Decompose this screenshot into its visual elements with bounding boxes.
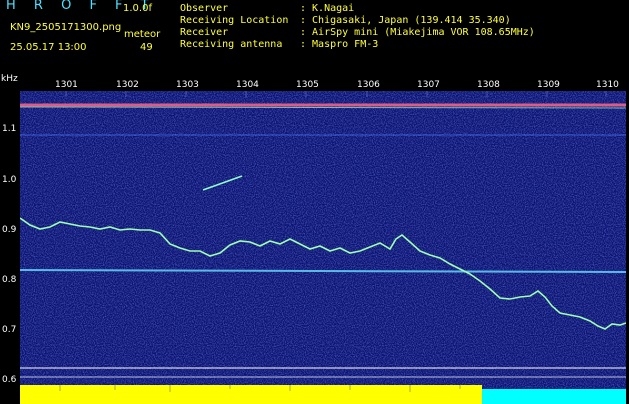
- info-key-receiver: Receiver: [180, 27, 229, 38]
- y-tick: 0.6: [2, 375, 17, 385]
- info-key-observer: Observer: [180, 3, 229, 14]
- info-value-location: : Chigasaki, Japan (139.414 35.340): [300, 15, 511, 26]
- version-label: 1.0.0f: [123, 3, 152, 14]
- y-tick: 1.1: [2, 124, 17, 134]
- y-tick: 0.8: [2, 275, 17, 285]
- x-tick: 1310: [596, 80, 619, 90]
- meteor-count: 49: [140, 42, 153, 53]
- date-time: 25.05.17 13:00: [10, 42, 87, 53]
- level-bar-low: [482, 389, 626, 404]
- header: H R O F F T 1.0.0f KN9_2505171300.png 25…: [0, 0, 629, 72]
- x-tick: 1308: [477, 80, 500, 90]
- info-key-location: Receiving Location: [180, 15, 289, 26]
- spectrogram-image: [20, 91, 626, 404]
- info-value-receiver: : AirSpy mini (Miakejima VOR 108.65MHz): [300, 27, 535, 38]
- x-tick: 1301: [55, 80, 78, 90]
- freq-unit-label: kHz: [1, 74, 18, 84]
- x-tick: 1309: [537, 80, 560, 90]
- info-value-antenna: : Maspro FM-3: [300, 39, 379, 50]
- y-tick: 0.9: [2, 225, 17, 235]
- x-tick: 1305: [296, 80, 319, 90]
- info-key-antenna: Receiving antenna: [180, 39, 283, 50]
- meteor-label: meteor: [124, 29, 161, 40]
- x-tick: 1306: [357, 80, 380, 90]
- spectrogram-svg: [20, 91, 626, 404]
- info-value-observer: : K.Nagai: [300, 3, 355, 14]
- file-name: KN9_2505171300.png: [10, 22, 122, 33]
- y-tick: 1.0: [2, 175, 17, 185]
- level-bar: [20, 385, 482, 404]
- y-tick: 0.7: [2, 325, 17, 335]
- spectrogram-panel: kHz 1301 1302 1303 1304 1305 1306 1307 1…: [0, 72, 629, 404]
- x-tick: 1307: [417, 80, 440, 90]
- x-tick: 1304: [236, 80, 259, 90]
- x-tick: 1303: [176, 80, 199, 90]
- x-tick: 1302: [116, 80, 139, 90]
